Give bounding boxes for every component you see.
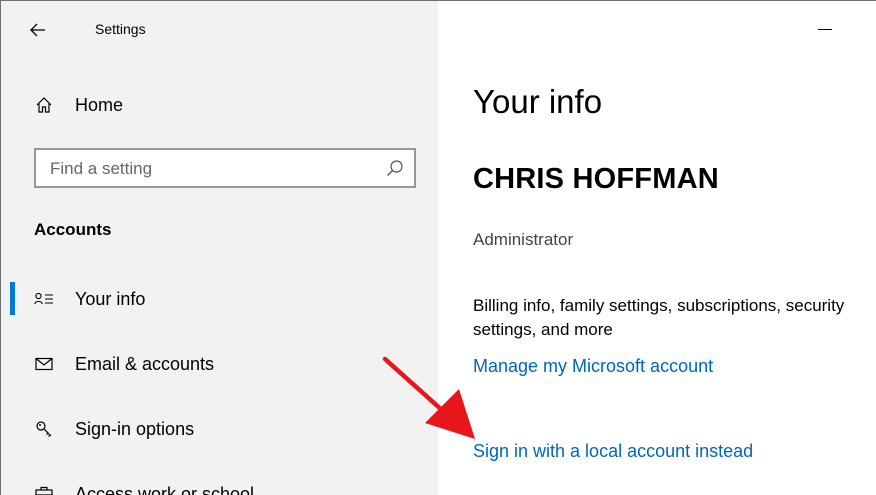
sidebar: Settings Home Accounts <box>1 1 438 495</box>
back-arrow-icon <box>30 23 45 37</box>
search-box[interactable] <box>34 148 416 188</box>
page-title: Your info <box>473 83 603 120</box>
briefcase-icon <box>34 484 54 495</box>
search-icon[interactable] <box>386 159 404 177</box>
sidebar-item-sign-in-options[interactable]: Sign-in options <box>1 409 438 449</box>
main-panel: Your info CHRIS HOFFMAN Administrator Bi… <box>438 1 876 495</box>
sidebar-item-label: Access work or school <box>75 483 255 495</box>
section-heading: Accounts <box>34 220 112 239</box>
sidebar-item-email-accounts[interactable]: Email & accounts <box>1 344 438 384</box>
minimize-button[interactable] <box>818 29 832 30</box>
key-icon <box>34 419 54 439</box>
user-role: Administrator <box>473 230 574 249</box>
user-name: CHRIS HOFFMAN <box>473 163 719 195</box>
app-title: Settings <box>95 21 146 37</box>
sidebar-item-home[interactable]: Home <box>1 85 438 125</box>
description-line: Billing info, family settings, subscript… <box>473 296 845 315</box>
sidebar-item-label: Sign-in options <box>75 418 195 439</box>
local-account-link[interactable]: Sign in with a local account instead <box>473 441 753 462</box>
back-button[interactable] <box>23 15 53 45</box>
sidebar-item-your-info[interactable]: Your info <box>1 279 438 319</box>
search-input[interactable] <box>48 150 382 188</box>
person-list-icon <box>34 289 54 309</box>
sidebar-item-label: Your info <box>75 288 146 309</box>
mail-icon <box>34 354 54 374</box>
account-description: Billing info, family settings, subscript… <box>473 294 876 342</box>
settings-window: Settings Home Accounts <box>0 0 876 495</box>
manage-account-link[interactable]: Manage my Microsoft account <box>473 356 713 377</box>
description-line: settings, and more <box>473 320 613 339</box>
sidebar-item-label: Home <box>75 94 124 115</box>
home-icon <box>34 95 54 115</box>
sidebar-item-label: Email & accounts <box>75 353 215 374</box>
sidebar-item-access-work-school[interactable]: Access work or school <box>1 474 438 495</box>
